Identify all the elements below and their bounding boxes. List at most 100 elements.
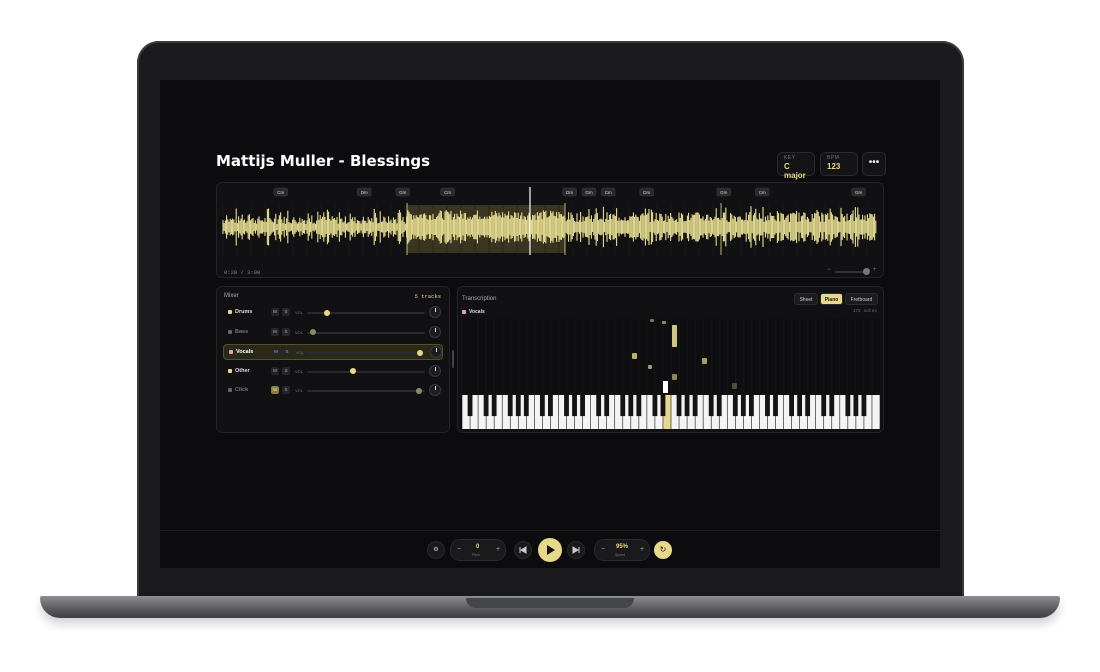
piano-black-key[interactable] (604, 395, 610, 417)
speed-increase-button[interactable]: + (640, 546, 644, 553)
panel-resize-handle[interactable] (452, 350, 454, 368)
piano-black-key[interactable] (740, 395, 746, 417)
piano-black-key[interactable] (829, 395, 835, 417)
chord-chip[interactable]: Gm (716, 187, 732, 197)
mute-button[interactable]: M (271, 366, 279, 375)
piano-black-key[interactable] (765, 395, 770, 417)
piano-black-key[interactable] (676, 395, 682, 417)
piano-roll[interactable] (462, 319, 880, 429)
piano-black-key[interactable] (564, 395, 569, 417)
waveform-canvas[interactable]: Cm Dm Gm Cm Dm Gm Cm Dm Gm Cm Gm (217, 183, 883, 277)
piano-black-key[interactable] (483, 395, 489, 417)
settings-button[interactable]: ⚙ (427, 541, 445, 559)
volume-slider-handle[interactable] (416, 349, 423, 356)
solo-button[interactable]: S (282, 308, 290, 316)
key-label: KEY (784, 155, 796, 161)
mixer-track-drums[interactable]: Drums M S VOL (223, 305, 443, 321)
volume-slider[interactable] (308, 352, 426, 354)
solo-button[interactable]: S (282, 327, 290, 336)
mode-tab-piano[interactable]: Piano (820, 293, 843, 305)
chord-chip[interactable]: Cm (273, 187, 289, 197)
mixer-track-bass[interactable]: Bass M S VOL (223, 325, 443, 341)
chord-chip[interactable]: Cm (755, 187, 770, 197)
piano-black-key[interactable] (861, 395, 867, 417)
chord-chip[interactable]: Dm (356, 187, 372, 197)
mixer-track-other[interactable]: Other M S VOL (223, 364, 443, 380)
pitch-decrease-button[interactable]: − (457, 546, 461, 553)
piano-black-key[interactable] (853, 395, 859, 417)
zoom-slider-handle[interactable] (863, 268, 870, 275)
piano-black-key[interactable] (636, 395, 642, 417)
piano-black-key[interactable] (716, 395, 722, 417)
chord-chip[interactable]: Gm (581, 187, 597, 197)
mode-tab-sheet[interactable]: Sheet (794, 293, 818, 305)
piano-black-key[interactable] (773, 395, 778, 417)
volume-slider[interactable] (307, 331, 425, 334)
zoom-in-icon[interactable]: + (873, 267, 877, 273)
piano-black-key[interactable] (507, 395, 513, 417)
chord-chip[interactable]: Gm (851, 187, 866, 197)
volume-slider[interactable] (307, 390, 425, 392)
pitch-increase-button[interactable]: + (496, 546, 500, 553)
piano-black-key[interactable] (596, 395, 602, 417)
piano-black-key[interactable] (515, 395, 521, 417)
piano-black-key[interactable] (652, 395, 658, 417)
volume-slider-handle[interactable] (415, 387, 422, 394)
mute-button[interactable]: M (271, 327, 279, 336)
piano-black-key[interactable] (805, 395, 811, 417)
piano-black-key[interactable] (684, 395, 690, 417)
piano-black-key[interactable] (467, 395, 473, 417)
waveform-panel[interactable]: Cm Dm Gm Cm Dm Gm Cm Dm Gm Cm Gm 0:28 / 3:00 − + (216, 182, 884, 278)
pan-knob[interactable] (429, 384, 441, 396)
zoom-out-icon[interactable]: − (827, 267, 831, 273)
piano-black-key[interactable] (821, 395, 827, 417)
chord-chip[interactable]: Cm (440, 187, 455, 197)
play-button[interactable] (538, 538, 562, 562)
zoom-slider[interactable] (835, 271, 863, 273)
mute-button[interactable]: M (272, 348, 280, 356)
piano-black-key[interactable] (692, 395, 698, 417)
piano-white-key[interactable] (872, 395, 880, 429)
chord-chip[interactable]: Gm (395, 187, 411, 197)
note-block (702, 358, 707, 364)
piano-black-key[interactable] (620, 395, 626, 417)
solo-button[interactable]: S (282, 386, 290, 394)
volume-slider[interactable] (307, 370, 425, 373)
solo-button[interactable]: S (283, 348, 291, 356)
piano-black-key[interactable] (660, 395, 666, 417)
speed-decrease-button[interactable]: − (601, 546, 605, 553)
piano-black-key[interactable] (748, 395, 754, 417)
pan-knob[interactable] (430, 346, 442, 358)
mute-button[interactable]: M (271, 386, 279, 394)
volume-slider-handle[interactable] (349, 368, 356, 374)
mixer-track-click[interactable]: Click M S VOL (223, 383, 443, 399)
pan-knob[interactable] (429, 306, 441, 318)
piano-black-key[interactable] (732, 395, 738, 417)
mode-tab-fretboard[interactable]: Fretboard (845, 293, 878, 305)
skip-forward-button[interactable] (567, 541, 585, 559)
piano-black-key[interactable] (580, 395, 585, 417)
mixer-track-vocals[interactable]: Vocals M S VOL (223, 344, 443, 360)
chord-chip[interactable]: Dm (562, 187, 577, 197)
mute-button[interactable]: M (271, 308, 279, 316)
chord-chip[interactable]: Dm (639, 187, 654, 197)
piano-black-key[interactable] (797, 395, 803, 417)
more-options-button[interactable]: ••• (862, 152, 886, 176)
piano-black-key[interactable] (789, 395, 794, 417)
skip-back-button[interactable] (514, 541, 532, 559)
piano-black-key[interactable] (572, 395, 577, 417)
piano-black-key[interactable] (491, 395, 497, 417)
pan-knob[interactable] (429, 325, 441, 338)
pan-knob[interactable] (429, 364, 441, 377)
chord-chip[interactable]: Cm (600, 187, 616, 197)
volume-slider-handle[interactable] (323, 309, 330, 316)
piano-black-key[interactable] (845, 395, 851, 417)
piano-black-key[interactable] (628, 395, 634, 417)
piano-black-key[interactable] (523, 395, 529, 417)
piano-black-key[interactable] (539, 395, 545, 417)
loop-button[interactable]: ↻ (654, 541, 672, 559)
piano-black-key[interactable] (708, 395, 714, 417)
volume-slider-handle[interactable] (310, 329, 317, 335)
solo-button[interactable]: S (282, 366, 290, 375)
piano-black-key[interactable] (548, 395, 553, 417)
